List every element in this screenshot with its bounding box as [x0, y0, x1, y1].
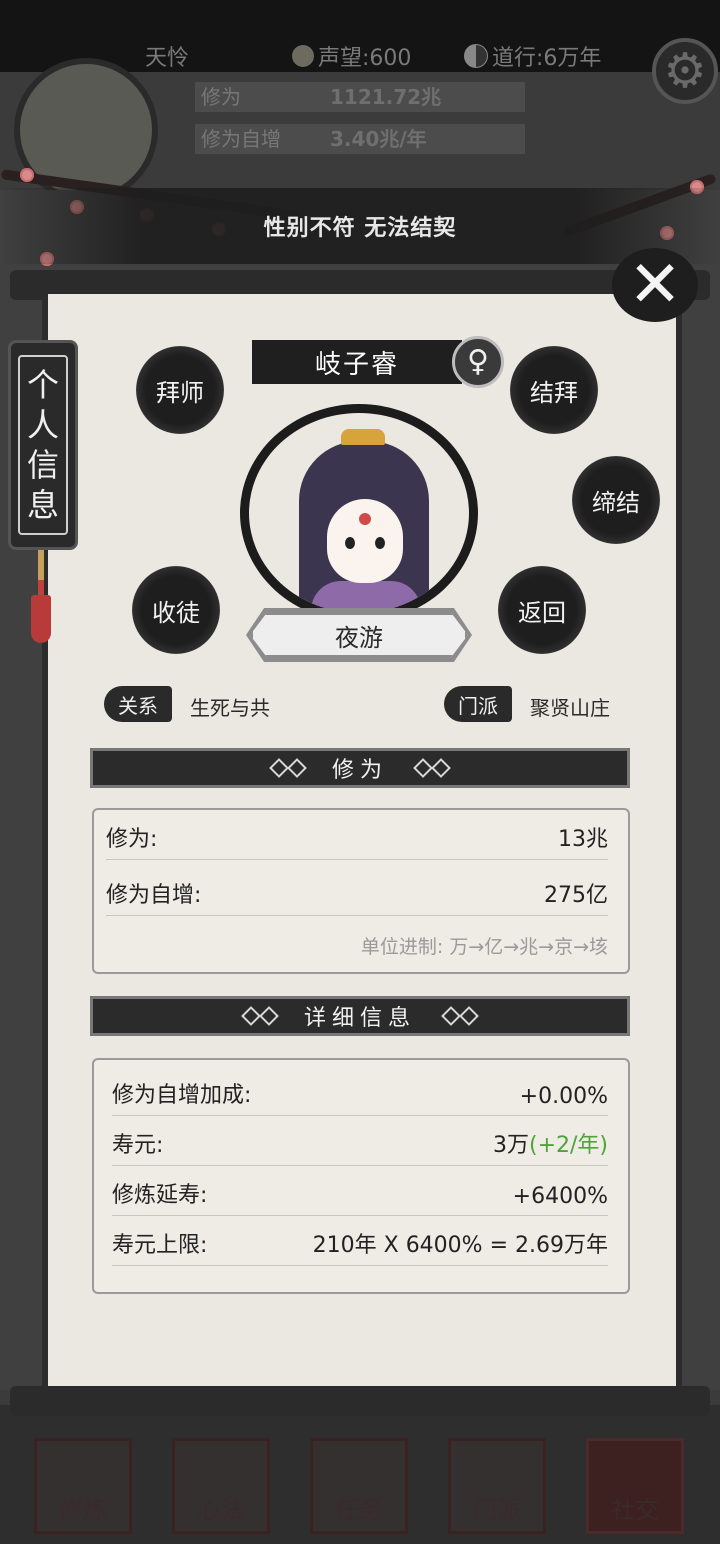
info-row: 修为: 13兆 — [106, 816, 608, 860]
info-row: 寿元: 3万(+2/年) — [112, 1122, 608, 1166]
sect-label: 门派 — [444, 686, 512, 722]
tab-personal-info[interactable]: 个 人 信 息 — [8, 340, 78, 550]
nav-cultivate-button[interactable]: 修炼 — [34, 1438, 132, 1534]
coin-icon — [292, 45, 314, 67]
yin-yang-icon — [464, 44, 488, 68]
nav-cultivate-label: 修炼 — [59, 1496, 107, 1524]
toast-message: 性别不符 无法结契 — [0, 188, 720, 264]
scroll-bottom-roller — [10, 1386, 710, 1416]
growth-value: 275亿 — [544, 883, 608, 908]
character-title: 夜游 — [250, 612, 468, 658]
cultivation-value: 13兆 — [558, 827, 608, 852]
info-row: 修为自增: 275亿 — [106, 872, 608, 916]
character-name: 岐子睿 — [252, 340, 462, 384]
sect-value: 聚贤山庄 — [530, 696, 610, 720]
character-portrait — [240, 404, 478, 622]
nav-mind-method-button[interactable]: 心法 — [172, 1438, 270, 1534]
detail-section-header: 详细信息 — [90, 996, 630, 1036]
growth-bonus-key: 修为自增加成: — [112, 1083, 252, 1108]
lifespan-key: 寿元: — [112, 1133, 164, 1158]
relation-label: 关系 — [104, 686, 172, 722]
player-cultivation-row: 修为 1121.72兆 — [195, 82, 525, 112]
nav-social-label: 社交 — [611, 1496, 659, 1524]
apprentice-button[interactable]: 拜师 — [136, 346, 224, 434]
nav-tasks-button[interactable]: 任务 — [310, 1438, 408, 1534]
growth-key: 修为自增: — [106, 883, 202, 908]
info-row: 寿元上限: 210年 X 6400% = 2.69万年 — [112, 1222, 608, 1266]
cultivation-lifespan-key: 修炼延寿: — [112, 1183, 208, 1208]
daoxing-text: 道行:6万年 — [492, 46, 602, 71]
info-row: 修为自增加成: +0.00% — [112, 1072, 608, 1116]
info-row: 修炼延寿: +6400% — [112, 1172, 608, 1216]
reputation-stat: 声望:600 — [292, 40, 411, 72]
player-growth-label: 修为自增 — [201, 127, 281, 151]
unit-note: 单位进制: 万→亿→兆→京→垓 — [360, 936, 608, 958]
player-name: 天怜 — [145, 46, 190, 71]
bond-button[interactable]: 缔结 — [572, 456, 660, 544]
nav-sect-button[interactable]: 门派 — [448, 1438, 546, 1534]
tab-char: 息 — [26, 486, 59, 524]
toast-text: 性别不符 无法结契 — [263, 216, 457, 241]
sworn-brother-button[interactable]: 结拜 — [510, 346, 598, 434]
tassel-decoration — [31, 595, 51, 643]
back-button[interactable]: 返回 — [498, 566, 586, 654]
nav-tasks-label: 任务 — [335, 1496, 383, 1524]
daoxing-stat: 道行:6万年 — [464, 40, 601, 72]
settings-gear-icon[interactable]: ⚙ — [652, 38, 718, 104]
cultivation-info-box: 修为: 13兆 修为自增: 275亿 单位进制: 万→亿→兆→京→垓 — [92, 808, 630, 974]
player-growth-value: 3.40兆/年 — [330, 127, 427, 151]
reputation-text: 声望:600 — [318, 46, 412, 71]
take-disciple-button[interactable]: 收徒 — [132, 566, 220, 654]
female-gender-icon: ♀ — [452, 336, 504, 388]
player-growth-row: 修为自增 3.40兆/年 — [195, 124, 525, 154]
lifespan-cap-value: 210年 X 6400% = 2.69万年 — [312, 1233, 608, 1258]
player-cultivation-value: 1121.72兆 — [330, 85, 442, 109]
tab-char: 信 — [26, 446, 59, 484]
cultivation-key: 修为: — [106, 827, 158, 852]
lifespan-increment: (+2/年) — [528, 1133, 608, 1158]
tab-char: 个 — [26, 366, 59, 404]
lifespan-value: 3万 — [492, 1133, 529, 1158]
lifespan-cap-key: 寿元上限: — [112, 1233, 208, 1258]
cultivation-section-header: 修为 — [90, 748, 630, 788]
blossom-decoration — [20, 168, 34, 182]
player-cultivation-label: 修为 — [201, 85, 241, 109]
cultivation-lifespan-value: +6400% — [512, 1184, 608, 1209]
relation-value: 生死与共 — [190, 696, 270, 720]
detail-info-box: 修为自增加成: +0.00% 寿元: 3万(+2/年) 修炼延寿: +6400%… — [92, 1058, 630, 1294]
nav-social-button[interactable]: 社交 — [586, 1438, 684, 1534]
tab-char: 人 — [26, 406, 59, 444]
growth-bonus-value: +0.00% — [519, 1084, 608, 1109]
nav-sect-label: 门派 — [473, 1496, 521, 1524]
close-icon[interactable]: ✕ — [612, 248, 698, 322]
nav-mind-method-label: 心法 — [197, 1496, 245, 1524]
